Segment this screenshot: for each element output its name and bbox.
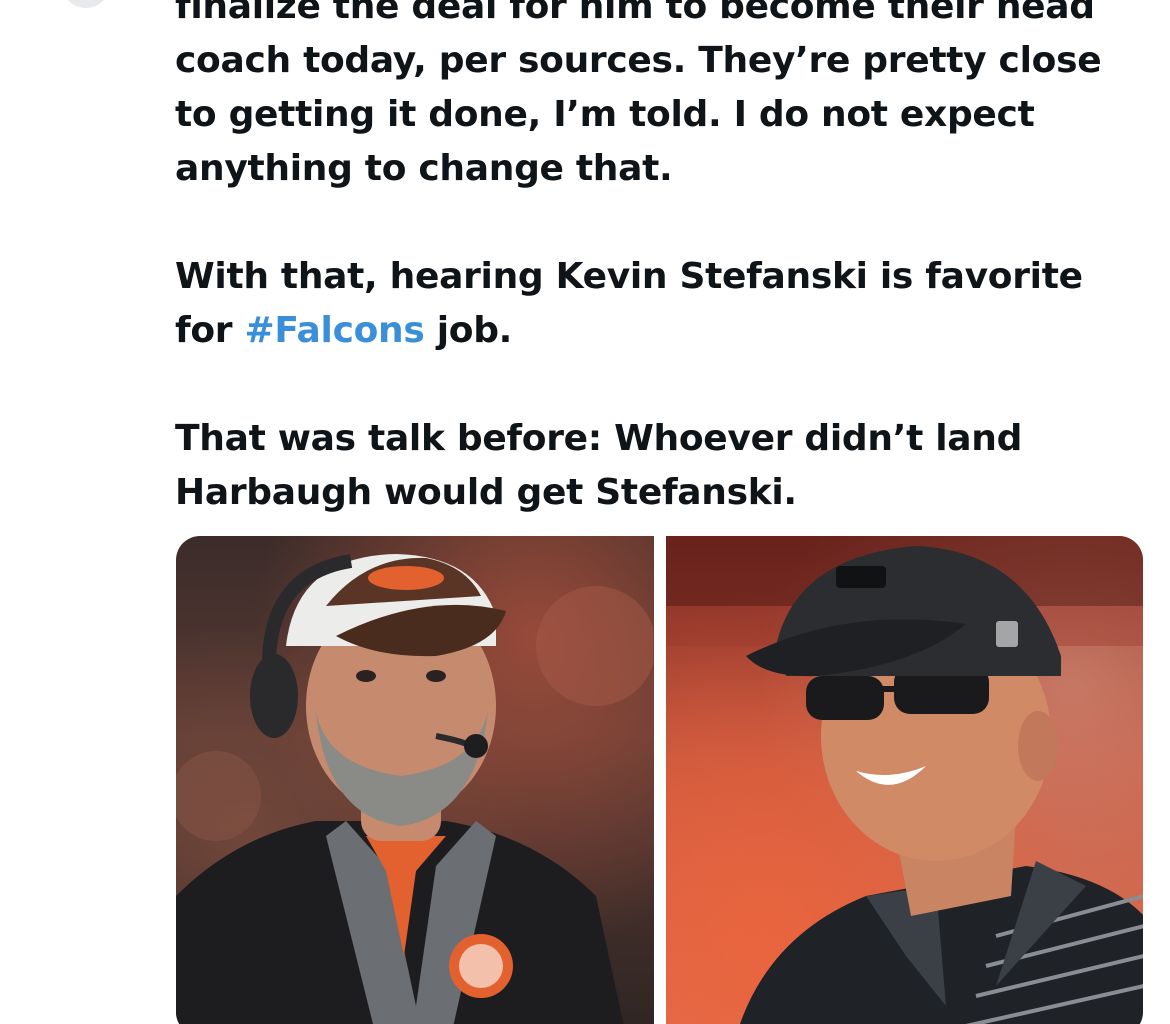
tweet-text: finalize the deal for him to become thei… [175,0,1150,574]
tweet-line: With that, hearing Kevin Stefanski is fa… [175,256,1083,297]
tweet-line: to getting it done, I’m told. I do not e… [175,94,1035,135]
tweet-line: finalize the deal for him to become thei… [175,0,1095,27]
tweet-line: anything to change that. [175,148,673,189]
tweet-line: Harbaugh would get Stefanski. [175,472,797,513]
media-photo-1[interactable] [176,536,654,1024]
tweet-paragraph-1: finalize the deal for him to become thei… [175,0,1150,196]
hashtag-link-falcons[interactable]: #Falcons [244,310,424,351]
tweet-line: That was talk before: Whoever didn’t lan… [175,418,1023,459]
tweet-text-segment: job. [424,310,513,351]
media-photo-2[interactable] [665,536,1143,1024]
coach-photo-illustration [176,554,654,1024]
tweet-line: coach today, per sources. They’re pretty… [175,40,1102,81]
coach-photo-illustration [665,536,1143,1024]
tweet-text-segment: for [175,310,245,351]
tweet-line: for #Falcons job. [175,304,1150,358]
author-avatar[interactable] [62,0,110,8]
tweet-paragraph-3: That was talk before: Whoever didn’t lan… [175,412,1150,520]
tweet-media-grid [176,536,1143,1024]
tweet-paragraph-2: With that, hearing Kevin Stefanski is fa… [175,250,1150,358]
